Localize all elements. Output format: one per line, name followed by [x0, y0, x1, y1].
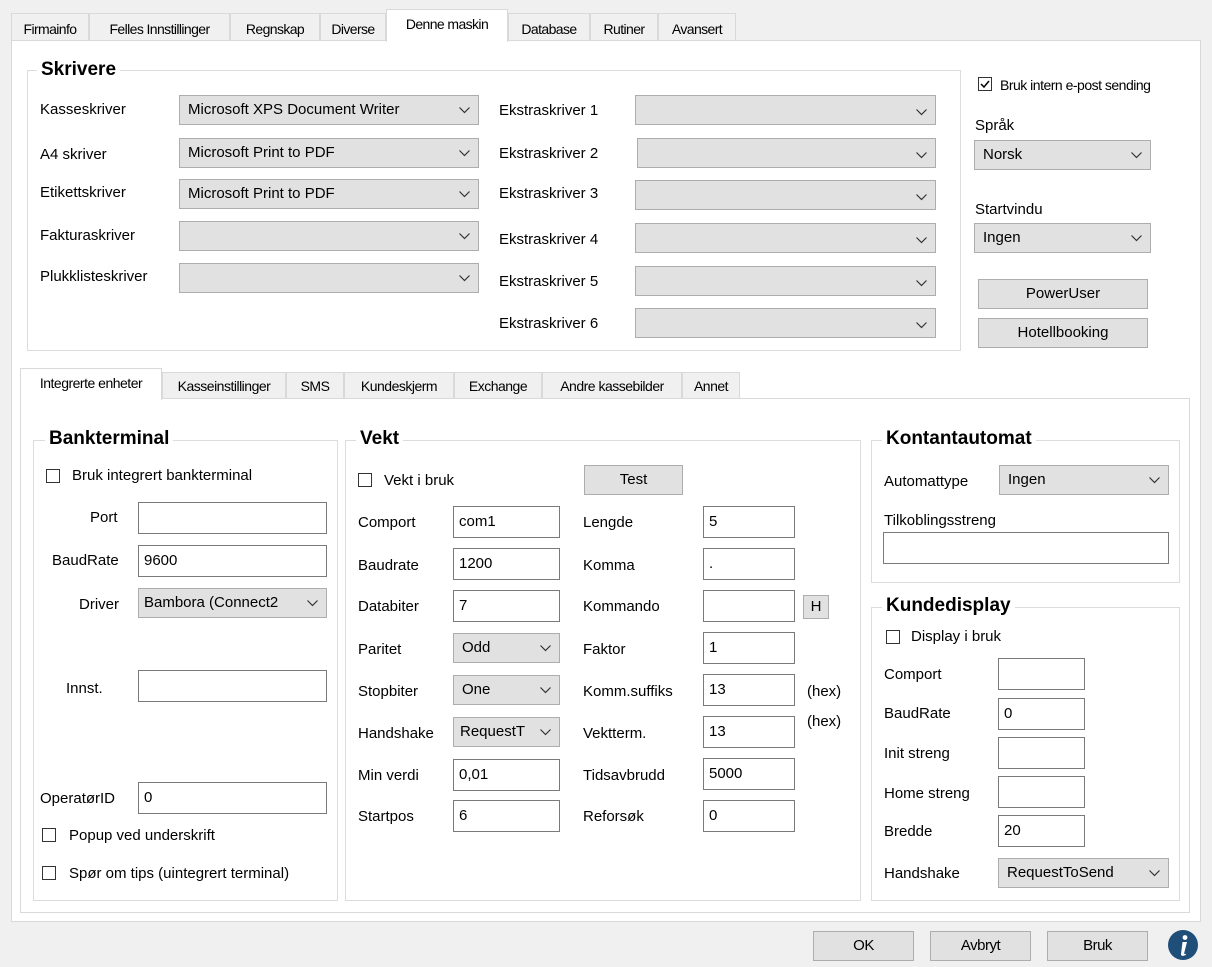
kunde-comport-label: Comport: [884, 666, 942, 683]
kunde-bredde-label: Bredde: [884, 823, 933, 840]
vekt-faktor-label: Faktor: [583, 641, 626, 658]
bank-driver-combo[interactable]: Bambora (Connect2: [138, 588, 327, 618]
vekt-baudrate-field[interactable]: 1200: [453, 548, 560, 580]
vekt-h-button[interactable]: H: [803, 595, 829, 619]
chevron-down-icon: [1149, 477, 1160, 484]
kunde-homestreng-label: Home streng: [884, 785, 970, 802]
vekt-kommsuffiks-label: Komm.suffiks: [583, 683, 673, 700]
vekt-use-label: Vekt i bruk: [384, 472, 455, 489]
kunde-use-checkbox[interactable]: [886, 630, 900, 644]
bank-driver-label: Driver: [79, 596, 119, 613]
vekt-stopbiter-combo[interactable]: One: [453, 675, 560, 705]
bank-use-label: Bruk integrert bankterminal: [72, 467, 253, 484]
vekt-lengde-label: Lengde: [583, 514, 634, 531]
vekt-hex-label-2: (hex): [807, 713, 842, 730]
bank-port-field[interactable]: [138, 502, 327, 534]
combo-value: One: [462, 681, 491, 698]
kunde-group-title: Kundedisplay: [882, 595, 1015, 617]
vekt-vektterm-label: Vektterm.: [583, 725, 647, 742]
kunde-use-label: Display i bruk: [911, 628, 1002, 645]
vekt-lengde-field[interactable]: 5: [703, 506, 795, 538]
vekt-minverdi-field[interactable]: 0,01: [453, 759, 560, 791]
kunde-homestreng-field[interactable]: [998, 776, 1085, 808]
bank-baudrate-field[interactable]: 9600: [138, 545, 327, 577]
vekt-paritet-label: Paritet: [358, 641, 402, 658]
combo-value: Bambora (Connect2: [144, 594, 279, 611]
kunde-comport-field[interactable]: [998, 658, 1085, 690]
bank-operator-label: OperatørID: [40, 790, 116, 807]
vekt-handshake-label: Handshake: [358, 725, 434, 742]
kontant-conn-label: Tilkoblingsstreng: [884, 512, 996, 529]
vekt-komma-label: Komma: [583, 557, 635, 574]
bank-innst-label: Innst.: [66, 680, 103, 697]
chevron-down-icon: [540, 645, 551, 652]
bank-operator-field[interactable]: 0: [138, 782, 327, 814]
kontant-type-label: Automattype: [884, 473, 969, 490]
vekt-kommando-label: Kommando: [583, 598, 660, 615]
kontant-type-combo[interactable]: Ingen: [999, 465, 1169, 495]
combo-value: Ingen: [1008, 471, 1046, 488]
vekt-databiter-label: Databiter: [358, 598, 419, 615]
combo-value: RequestT: [460, 723, 526, 740]
vekt-reforsok-field[interactable]: 0: [703, 800, 795, 832]
vekt-startpos-field[interactable]: 6: [453, 800, 560, 832]
vekt-comport-field[interactable]: com1: [453, 506, 560, 538]
bank-popup-checkbox[interactable]: [42, 828, 56, 842]
chevron-down-icon: [540, 687, 551, 694]
vekt-comport-label: Comport: [358, 514, 416, 531]
chevron-down-icon: [307, 600, 318, 607]
bank-tips-checkbox[interactable]: [42, 866, 56, 880]
kunde-initstreng-field[interactable]: [998, 737, 1085, 769]
combo-value: RequestToSend: [1007, 864, 1114, 881]
vekt-komma-field[interactable]: .: [703, 548, 795, 580]
vekt-hex-label-1: (hex): [807, 683, 842, 700]
bank-popup-label: Popup ved underskrift: [69, 827, 215, 844]
vekt-baudrate-label: Baudrate: [358, 557, 419, 574]
vekt-kommsuffiks-field[interactable]: 13: [703, 674, 795, 706]
vekt-tidsavbrudd-field[interactable]: 5000: [703, 758, 795, 790]
vekt-group-title: Vekt: [356, 428, 404, 450]
kontant-group-title: Kontantautomat: [882, 428, 1036, 450]
bank-port-label: Port: [90, 509, 118, 526]
bank-use-checkbox[interactable]: [46, 469, 60, 483]
vekt-paritet-combo[interactable]: Odd: [453, 633, 560, 663]
vekt-reforsok-label: Reforsøk: [583, 808, 644, 825]
kontant-conn-field[interactable]: [883, 532, 1169, 564]
vekt-startpos-label: Startpos: [358, 808, 414, 825]
combo-value: Odd: [462, 639, 491, 656]
vekt-kommando-field[interactable]: [703, 590, 795, 622]
bank-baudrate-label: BaudRate: [52, 552, 119, 569]
bank-group-title: Bankterminal: [45, 428, 174, 450]
vekt-test-button[interactable]: Test: [584, 465, 683, 495]
kunde-baudrate-field[interactable]: 0: [998, 698, 1085, 730]
kunde-baudrate-label: BaudRate: [884, 705, 951, 722]
vekt-stopbiter-label: Stopbiter: [358, 683, 419, 700]
kunde-initstreng-label: Init streng: [884, 745, 950, 762]
kunde-bredde-field[interactable]: 20: [998, 815, 1085, 847]
kunde-handshake-label: Handshake: [884, 865, 960, 882]
vekt-handshake-combo[interactable]: RequestT: [453, 717, 560, 747]
chevron-down-icon: [1149, 870, 1160, 877]
kunde-handshake-combo[interactable]: RequestToSend: [998, 858, 1169, 888]
vekt-tidsavbrudd-label: Tidsavbrudd: [583, 767, 665, 784]
vekt-vektterm-field[interactable]: 13: [703, 716, 795, 748]
vekt-faktor-field[interactable]: 1: [703, 632, 795, 664]
vekt-use-checkbox[interactable]: [358, 473, 372, 487]
vekt-databiter-field[interactable]: 7: [453, 590, 560, 622]
vekt-minverdi-label: Min verdi: [358, 767, 419, 784]
bank-innst-field[interactable]: [138, 670, 327, 702]
chevron-down-icon: [540, 729, 551, 736]
bank-tips-label: Spør om tips (uintegrert terminal): [69, 865, 290, 882]
